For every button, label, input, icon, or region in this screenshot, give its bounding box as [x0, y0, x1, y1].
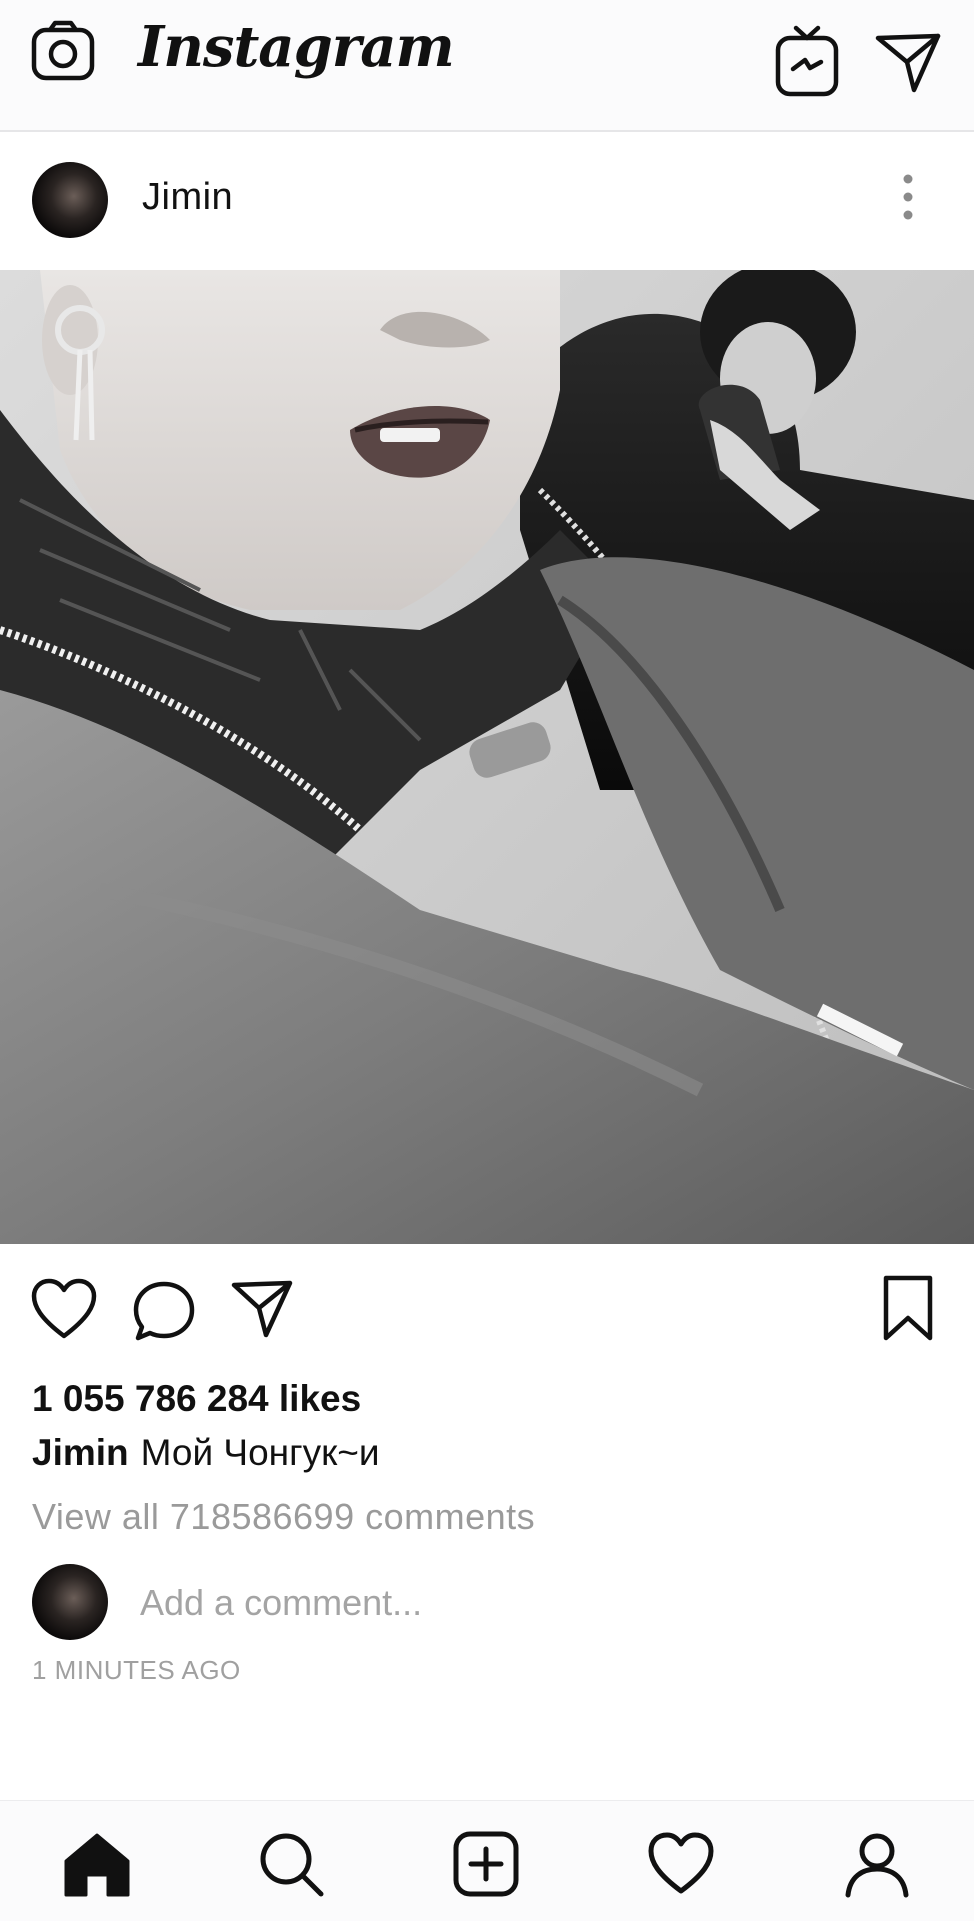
direct-message-icon[interactable]	[874, 30, 942, 94]
bottom-nav	[0, 1800, 974, 1921]
post-author-avatar[interactable]	[32, 162, 108, 238]
post-photo-image	[0, 270, 974, 1244]
search-icon[interactable]	[256, 1829, 326, 1899]
view-all-comments-link[interactable]: View all 718586699 comments	[32, 1496, 535, 1538]
more-options-icon[interactable]	[896, 172, 920, 222]
post-actions	[0, 1244, 974, 1374]
post-timestamp: 1 MINUTES AGO	[32, 1655, 241, 1685]
share-icon[interactable]	[230, 1278, 294, 1340]
post-caption: Jimin Мой Чонгук~и	[32, 1432, 380, 1474]
add-comment-input[interactable]	[140, 1578, 920, 1628]
top-bar: Instagram	[0, 0, 974, 132]
bookmark-icon[interactable]	[880, 1274, 936, 1342]
post-photo[interactable]	[0, 270, 974, 1244]
post-header: Jimin	[0, 132, 974, 270]
current-user-avatar	[32, 1564, 108, 1640]
new-post-icon[interactable]	[451, 1829, 521, 1899]
caption-text: Мой Чонгук~и	[140, 1432, 380, 1473]
app-logo: Instagram	[138, 14, 455, 80]
like-count[interactable]: 1 055 786 284 likes	[32, 1378, 361, 1420]
heart-icon[interactable]	[30, 1278, 98, 1340]
camera-icon[interactable]	[30, 20, 96, 86]
comment-icon[interactable]	[132, 1280, 196, 1342]
post-author-username[interactable]: Jimin	[142, 176, 233, 219]
home-icon[interactable]	[62, 1829, 132, 1899]
activity-icon[interactable]	[646, 1829, 716, 1899]
igtv-icon[interactable]	[774, 24, 840, 98]
caption-username[interactable]: Jimin	[32, 1432, 129, 1473]
profile-icon[interactable]	[842, 1829, 912, 1899]
